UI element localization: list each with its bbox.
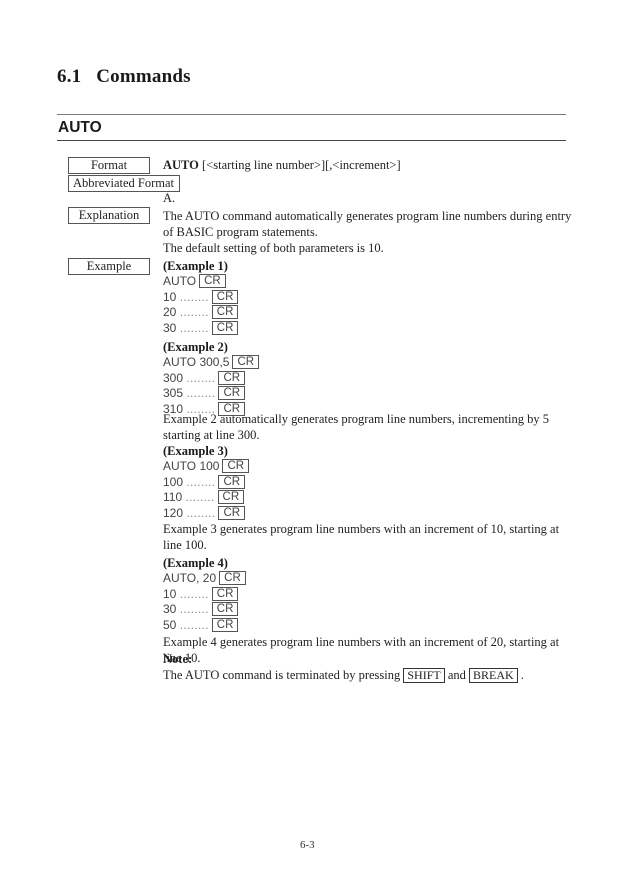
example-1: (Example 1) AUTO CR 10 ........ CR 20 .......… <box>163 258 239 337</box>
example-output-line: 30 ........ CR <box>163 320 239 337</box>
dot-leader: ........ <box>185 490 215 504</box>
example-output-line: 300 ........ CR <box>163 370 259 387</box>
cr-key: CR <box>218 505 246 520</box>
line-number: 305 <box>163 386 187 400</box>
cr-key: CR <box>218 474 246 489</box>
note: Note: The AUTO command is terminated by … <box>163 651 573 683</box>
explanation-label: Explanation <box>68 207 150 224</box>
break-key: BREAK <box>469 668 518 683</box>
example-2-description: Example 2 automatically generates progra… <box>163 412 549 442</box>
example-3-description: Example 3 generates program line numbers… <box>163 522 560 552</box>
line-number: 10 <box>163 586 180 601</box>
example-heading: (Example 2) <box>163 340 228 354</box>
section-title: 6.1 Commands <box>57 66 191 88</box>
command-title: AUTO <box>58 119 102 136</box>
cr-key: CR <box>222 459 250 473</box>
example-command: AUTO 100 <box>163 459 220 473</box>
cr-key: CR <box>218 370 246 385</box>
example-4: (Example 4) AUTO, 20 CR 10 ........ CR 30 ...… <box>163 555 246 633</box>
example-output-line: 50 ........ CR <box>163 617 246 634</box>
section-name: Commands <box>96 66 191 87</box>
line-number: 30 <box>163 602 180 616</box>
example-output-line: 20 ........ CR <box>163 305 239 321</box>
cr-key: CR <box>211 617 239 632</box>
dot-leader: ........ <box>179 305 209 319</box>
explanation-text: The AUTO command automatically generates… <box>163 208 573 256</box>
note-text-after: . <box>517 668 524 682</box>
dot-leader: ........ <box>179 617 209 632</box>
line-number: 100 <box>163 474 187 489</box>
line-number: 120 <box>163 505 187 520</box>
example-3: (Example 3) AUTO 100 CR 100 ........ CR 110 .… <box>163 443 250 522</box>
cr-key: CR <box>211 602 239 616</box>
note-text: The AUTO command is terminated by pressi… <box>163 667 573 683</box>
cr-key: CR <box>219 571 246 585</box>
explanation-line-2: The default setting of both parameters i… <box>163 241 384 255</box>
example-command: AUTO <box>163 274 197 288</box>
section-number: 6.1 <box>57 66 82 87</box>
line-number: 30 <box>163 320 180 335</box>
dot-leader: ........ <box>179 320 209 335</box>
cr-key: CR <box>218 386 246 400</box>
line-number: 50 <box>163 617 180 632</box>
cr-key: CR <box>199 274 226 288</box>
example-command-line: AUTO 100 CR <box>163 459 250 475</box>
cr-key: CR <box>232 355 260 369</box>
dot-leader: ........ <box>186 370 216 385</box>
example-heading: (Example 4) <box>163 556 228 570</box>
example-heading: (Example 3) <box>163 444 228 458</box>
dot-leader: ........ <box>186 386 216 400</box>
dot-leader: ........ <box>179 289 209 304</box>
example-command: AUTO, 20 <box>163 571 217 585</box>
example-command-line: AUTO, 20 CR <box>163 571 246 587</box>
dot-leader: ........ <box>186 474 216 489</box>
example-command: AUTO 300,5 <box>163 355 230 369</box>
note-heading: Note: <box>163 652 193 666</box>
example-output-line: 10 ........ CR <box>163 289 239 306</box>
bottom-rule <box>57 140 566 141</box>
cr-key: CR <box>211 305 239 319</box>
cr-key: CR <box>211 320 239 335</box>
dot-leader: ........ <box>186 505 216 520</box>
note-text-between: and <box>444 668 470 682</box>
format-args: [<starting line number>][,<increment>] <box>198 158 401 172</box>
shift-key: SHIFT <box>403 668 445 683</box>
line-number: 20 <box>163 305 180 319</box>
line-number: 300 <box>163 370 187 385</box>
explanation-line-1: The AUTO command automatically generates… <box>163 209 572 239</box>
example-output-line: 305 ........ CR <box>163 386 259 402</box>
example-heading: (Example 1) <box>163 259 228 273</box>
format-label: Format <box>68 157 150 174</box>
example-2: (Example 2) AUTO 300,5 CR 300 ........ CR 305… <box>163 339 260 417</box>
cr-key: CR <box>211 586 239 601</box>
dot-leader: ........ <box>179 602 209 616</box>
format-syntax: AUTO [<starting line number>][,<incremen… <box>163 157 401 173</box>
example-output-line: 10 ........ CR <box>163 586 246 603</box>
cr-key: CR <box>211 289 239 304</box>
line-number: 110 <box>163 490 186 504</box>
note-text-before: The AUTO command is terminated by pressi… <box>163 668 404 682</box>
example-output-line: 30 ........ CR <box>163 602 246 618</box>
cr-key: CR <box>217 490 245 504</box>
example-command-line: AUTO CR <box>163 274 238 290</box>
page-number: 6-3 <box>300 839 315 851</box>
example-output-line: 110 ........ CR <box>163 490 249 506</box>
top-rule <box>57 114 566 115</box>
format-keyword: AUTO <box>163 158 199 172</box>
line-number: 10 <box>163 289 180 304</box>
dot-leader: ........ <box>179 586 209 601</box>
example-output-line: 120 ........ CR <box>163 505 249 522</box>
example-command-line: AUTO 300,5 CR <box>163 355 260 371</box>
example-label: Example <box>68 258 150 275</box>
example-output-line: 100 ........ CR <box>163 474 249 491</box>
abbreviated-format-value: A. <box>163 191 176 205</box>
